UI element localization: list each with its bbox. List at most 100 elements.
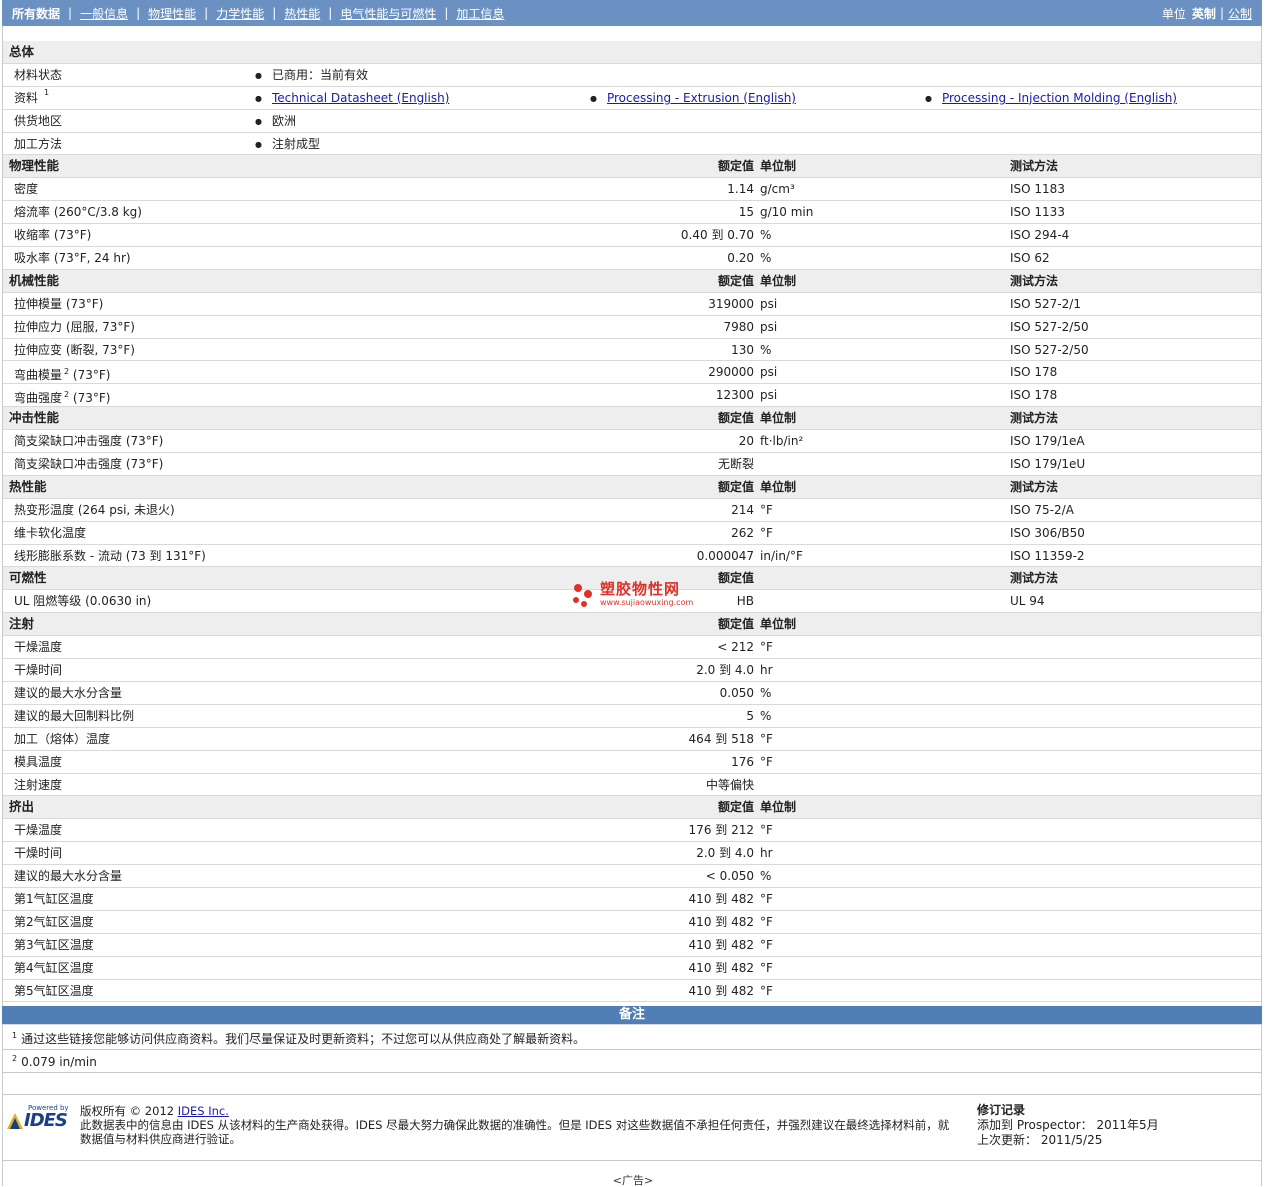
property-row: 建议的最大回制料比例 5% bbox=[3, 705, 1261, 728]
divider bbox=[2, 1094, 1262, 1095]
property-unit: % bbox=[760, 228, 772, 243]
general-row: 供货地区 欧洲 bbox=[3, 110, 1261, 133]
property-label: 密度 bbox=[14, 178, 38, 200]
property-unit: psi bbox=[760, 365, 778, 380]
property-unit: hr bbox=[760, 846, 773, 861]
tab-electrical[interactable]: 电气性能与可燃性 bbox=[340, 5, 436, 22]
property-row: 模具温度 176 °F bbox=[3, 751, 1261, 774]
property-unit: % bbox=[760, 708, 772, 723]
property-label: 加工方法 bbox=[14, 136, 63, 151]
ad-label: <广告> bbox=[612, 1174, 654, 1187]
column-header-method: 测试方法 bbox=[1010, 411, 1059, 426]
property-row: 干燥温度 < 212 °F bbox=[3, 636, 1261, 660]
nav-separator: | bbox=[272, 6, 277, 20]
property-row: 第1气缸区温度 410 到 482 °F bbox=[3, 888, 1261, 911]
ides-company-link[interactable]: IDES Inc. bbox=[178, 1104, 229, 1118]
property-label: 线形膨胀系数 - 流动 (73 到 131°F) bbox=[14, 545, 206, 567]
column-header-value: 额定值 bbox=[717, 800, 754, 815]
property-row: 建议的最大水分含量 < 0.050% bbox=[3, 865, 1261, 888]
tab-general-info[interactable]: 一般信息 bbox=[80, 5, 128, 22]
general-row: 加工方法 注射成型 bbox=[3, 133, 1261, 156]
property-unit: °F bbox=[760, 937, 773, 952]
ides-triangle-icon bbox=[7, 1113, 23, 1129]
property-unit: ft·lb/in² bbox=[760, 434, 804, 449]
property-value: 0.000047 bbox=[696, 548, 754, 563]
section-header-physical: 物理性能 额定值 单位制 测试方法 bbox=[3, 155, 1261, 179]
property-row: 拉伸应力 (屈服, 73°F) 7980 psi ISO 527-2/50 bbox=[3, 316, 1261, 339]
property-value: HB bbox=[736, 594, 754, 609]
tab-processing[interactable]: 加工信息 bbox=[456, 5, 504, 22]
datasheet-link[interactable]: Processing - Extrusion (English) bbox=[607, 91, 796, 105]
property-name: 线形膨胀系数 - 流动 (73 到 131°F) bbox=[14, 548, 206, 563]
property-value: 464 到 518 bbox=[688, 731, 754, 746]
property-unit: °F bbox=[760, 891, 773, 906]
general-value: 欧洲 bbox=[255, 110, 296, 132]
property-label: 供货地区 bbox=[14, 113, 63, 128]
property-value: 0.40 到 0.70 bbox=[680, 228, 754, 243]
tab-physical[interactable]: 物理性能 bbox=[148, 5, 196, 22]
property-label: 干燥时间 bbox=[14, 659, 62, 681]
note-number: 2 bbox=[12, 1054, 18, 1063]
nav-separator: | bbox=[68, 6, 73, 20]
tab-thermal[interactable]: 热性能 bbox=[284, 5, 320, 22]
property-row: 干燥温度 176 到 212 °F bbox=[3, 819, 1261, 843]
general-value: 已商用：当前有效 bbox=[255, 64, 368, 86]
property-name: 密度 bbox=[14, 182, 39, 197]
property-name: 注射速度 bbox=[14, 777, 63, 792]
property-value: 214 bbox=[731, 502, 754, 517]
general-value: 注射成型 bbox=[255, 133, 320, 155]
test-method: ISO 62 bbox=[1010, 251, 1050, 266]
property-value: 1.14 bbox=[727, 182, 754, 197]
property-label: 拉伸模量 (73°F) bbox=[14, 293, 103, 315]
unit-imperial[interactable]: 英制 bbox=[1192, 5, 1216, 22]
tab-all-data[interactable]: 所有数据 bbox=[12, 5, 60, 22]
property-label: 熔流率 (260°C/3.8 kg) bbox=[14, 201, 142, 223]
property-unit: % bbox=[760, 251, 772, 266]
property-value: 410 到 482 bbox=[688, 891, 754, 906]
property-name: 拉伸应力 (屈服, 73°F) bbox=[14, 319, 135, 334]
datasheet-link[interactable]: Technical Datasheet (English) bbox=[272, 91, 449, 105]
property-unit: °F bbox=[760, 731, 773, 746]
datasheet-link[interactable]: Processing - Injection Molding (English) bbox=[942, 91, 1177, 105]
property-unit: psi bbox=[760, 319, 778, 334]
property-name: 简支梁缺口冲击强度 (73°F) bbox=[14, 457, 164, 472]
column-header-unit: 单位制 bbox=[760, 479, 797, 494]
property-label: 拉伸应变 (断裂, 73°F) bbox=[14, 339, 135, 361]
property-value: 中等偏快 bbox=[705, 777, 754, 792]
revision-history: 修订记录 添加到 Prospector： 2011年5月 上次更新： 2011/… bbox=[977, 1103, 1159, 1148]
property-name: 干燥温度 bbox=[14, 823, 63, 838]
property-unit: % bbox=[760, 342, 772, 357]
property-label: 简支梁缺口冲击强度 (73°F) bbox=[14, 430, 163, 452]
property-label: 干燥温度 bbox=[14, 819, 62, 841]
test-method: UL 94 bbox=[1010, 594, 1045, 609]
test-method: ISO 11359-2 bbox=[1010, 548, 1085, 563]
property-name: 干燥温度 bbox=[14, 640, 63, 655]
tab-mechanical[interactable]: 力学性能 bbox=[216, 5, 264, 22]
ides-logo[interactable]: Powered by IDES bbox=[6, 1104, 72, 1131]
property-label: 第4气缸区温度 bbox=[14, 957, 94, 979]
test-method: ISO 1133 bbox=[1010, 205, 1065, 220]
disclaimer-text: 此数据表中的信息由 IDES 从该材料的生产商处获得。IDES 尽最大努力确保此… bbox=[80, 1118, 950, 1146]
note-text: 通过这些链接您能够访问供应商资料。我们尽量保证及时更新资料；不过您可以从供应商处… bbox=[21, 1032, 586, 1046]
property-row: 简支梁缺口冲击强度 (73°F) 20 ft·lb/in² ISO 179/1eA bbox=[3, 430, 1261, 454]
property-name: 弯曲模量 bbox=[14, 368, 63, 383]
property-label: 加工（熔体）温度 bbox=[14, 728, 110, 750]
nav-separator: | bbox=[328, 6, 333, 20]
note-text: 0.079 in/min bbox=[21, 1055, 97, 1069]
note-number: 1 bbox=[12, 1031, 18, 1040]
property-name: 维卡软化温度 bbox=[14, 525, 87, 540]
unit-metric[interactable]: 公制 bbox=[1228, 5, 1252, 22]
test-method: ISO 179/1eA bbox=[1010, 434, 1085, 449]
property-row: 第4气缸区温度 410 到 482 °F bbox=[3, 957, 1261, 980]
watermark-logo-icon bbox=[573, 584, 592, 607]
property-name: 建议的最大回制料比例 bbox=[14, 708, 135, 723]
column-header-method: 测试方法 bbox=[1010, 159, 1059, 174]
property-value: 0.050 bbox=[719, 685, 754, 700]
property-row: 第2气缸区温度 410 到 482 °F bbox=[3, 911, 1261, 934]
revision-title: 修订记录 bbox=[977, 1103, 1026, 1117]
column-header-method: 测试方法 bbox=[1010, 571, 1059, 586]
property-table: 总体材料状态 已商用：当前有效资料 1 Technical Datasheet (En… bbox=[3, 41, 1261, 1026]
column-header-value: 额定值 bbox=[717, 273, 754, 288]
property-label: 第3气缸区温度 bbox=[14, 934, 94, 956]
section-title: 热性能 bbox=[9, 478, 47, 494]
